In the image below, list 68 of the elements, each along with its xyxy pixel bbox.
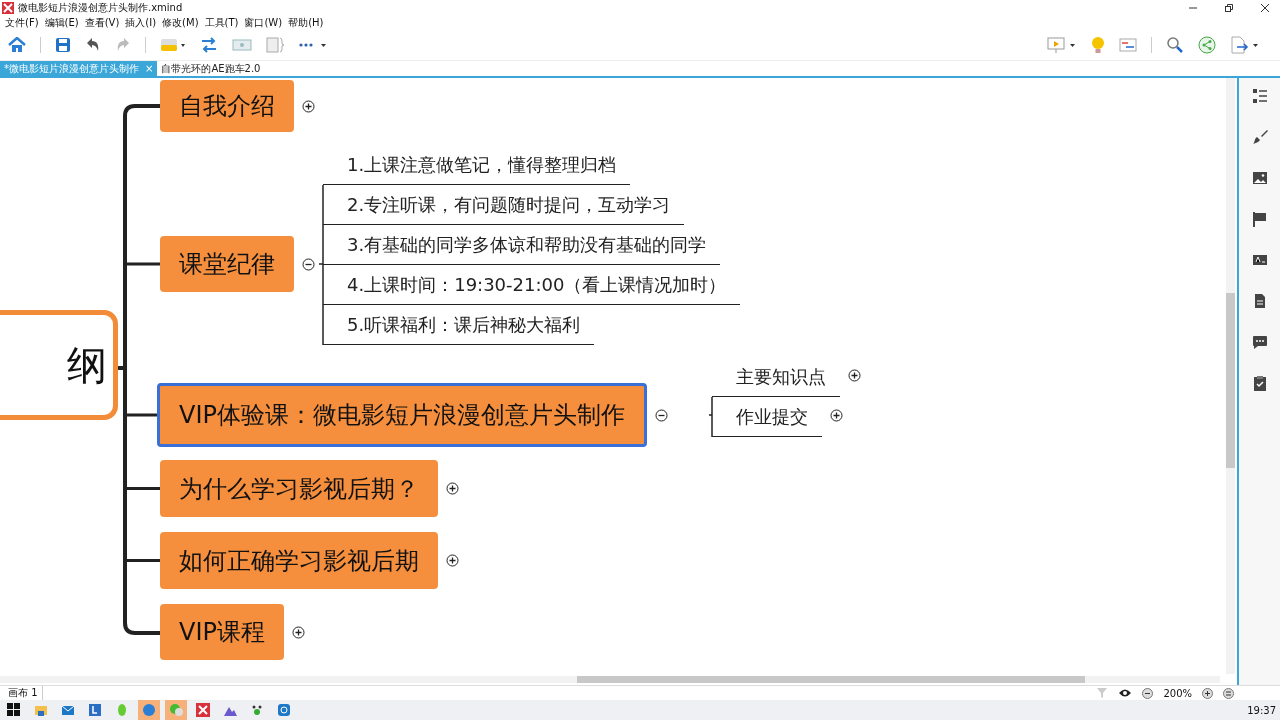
subtopic[interactable]: 作业提交 [712, 397, 822, 437]
app-tile-icon[interactable] [88, 703, 102, 717]
subtopic[interactable]: 2.专注听课，有问题随时提问，互动学习 [323, 185, 685, 225]
topic-node[interactable]: 如何正确学习影视后期 [160, 532, 438, 589]
text-style-icon[interactable] [1251, 252, 1268, 268]
subtopic[interactable]: 3.有基础的同学多体谅和帮助没有基础的同学 [323, 225, 721, 265]
expand-icon[interactable] [302, 99, 315, 113]
horizontal-scrollbar[interactable] [0, 676, 1220, 683]
fit-icon[interactable] [1223, 687, 1234, 699]
topic-node[interactable]: VIP体验课：微电影短片浪漫创意片头制作 [157, 383, 647, 447]
expand-icon[interactable] [446, 554, 459, 567]
mindmap-app-icon[interactable] [196, 703, 210, 717]
subtopic[interactable]: 5.听课福利：课后神秘大福利 [323, 305, 595, 345]
menu-item[interactable]: 文件(F) [5, 15, 39, 30]
zoom-level: 200% [1163, 687, 1192, 699]
topic-node[interactable]: 课堂纪律 [160, 236, 294, 292]
folder-icon[interactable] [34, 703, 48, 717]
brush-icon[interactable] [1251, 129, 1268, 145]
subtopic[interactable]: 主要知识点 [712, 357, 840, 397]
comment-icon[interactable] [1251, 334, 1268, 350]
menu-item[interactable]: 工具(T) [204, 15, 239, 30]
relationship-icon[interactable] [200, 37, 218, 53]
topic-node[interactable]: VIP课程 [160, 604, 284, 660]
tab-label: *微电影短片浪漫创意片头制作 [4, 61, 139, 76]
menu-item[interactable]: 窗口(W) [244, 15, 283, 30]
topic-node[interactable]: 为什么学习影视后期？ [160, 460, 438, 517]
zoom-out-icon[interactable] [1142, 687, 1154, 699]
collapse-icon[interactable] [654, 408, 668, 422]
expand-icon[interactable] [291, 625, 305, 639]
vertical-scrollbar[interactable] [1226, 78, 1235, 674]
collapse-icon[interactable] [302, 257, 315, 271]
connector-line [125, 262, 160, 266]
start-icon[interactable] [7, 703, 21, 717]
app-square-icon[interactable] [277, 703, 291, 717]
zoom-in-icon[interactable] [1202, 687, 1213, 699]
subtopic[interactable]: 1.上课注意做笔记，懂得整理归档 [323, 145, 631, 185]
central-topic[interactable]: 纲 [0, 310, 118, 420]
menu-item[interactable]: 插入(I) [125, 15, 157, 30]
search-icon[interactable] [1166, 36, 1184, 54]
mail-icon[interactable] [61, 703, 75, 717]
task-icon[interactable] [1251, 375, 1268, 391]
outline-icon[interactable] [1251, 88, 1268, 104]
share-icon[interactable] [1198, 36, 1216, 54]
outline-view-icon[interactable] [1119, 38, 1137, 52]
expand-icon[interactable] [446, 482, 459, 495]
window-title: 微电影短片浪漫创意片头制作.xmind [18, 0, 183, 15]
menu-item[interactable]: 帮助(H) [288, 15, 324, 30]
expand-icon[interactable] [848, 368, 861, 382]
connector-line [125, 413, 160, 417]
flag-icon[interactable] [1251, 211, 1268, 227]
expand-icon[interactable] [830, 408, 843, 422]
menu-item[interactable]: 修改(M) [162, 15, 199, 30]
image-icon[interactable] [1251, 170, 1268, 186]
eye-icon[interactable] [1118, 688, 1133, 698]
restore-icon[interactable] [1224, 2, 1234, 13]
connector-line [125, 559, 160, 562]
topic-node[interactable]: 自我介绍 [160, 80, 294, 132]
menu-item[interactable]: 查看(V) [84, 15, 120, 30]
save-icon[interactable] [55, 37, 71, 53]
plant-icon[interactable] [250, 703, 264, 717]
home-icon[interactable] [8, 37, 26, 53]
subtopic[interactable]: 4.上课时间：19:30-21:00（看上课情况加时） [323, 265, 741, 305]
menu-item[interactable]: 编辑(E) [44, 15, 79, 30]
connector-line [125, 487, 160, 490]
clock-time: 19:37 [1247, 704, 1277, 716]
undo-icon[interactable] [85, 37, 101, 53]
close-icon[interactable] [1260, 2, 1270, 13]
export-icon[interactable] [1230, 36, 1260, 54]
